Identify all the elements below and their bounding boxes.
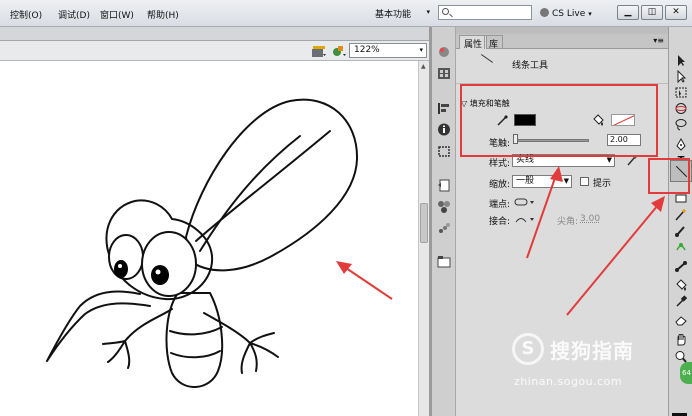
edit-scene-icon[interactable]: [311, 44, 327, 58]
project-panel-icon[interactable]: [437, 255, 451, 268]
tab-library[interactable]: 库: [484, 35, 504, 50]
menu-bar: 控制(O) 调试(D) 窗口(W) 帮助(H) 基本功能 ▾ CS Live ▾ …: [0, 0, 692, 27]
pencil-tool-icon[interactable]: [674, 208, 688, 221]
zoom-tool-icon[interactable]: [674, 350, 688, 363]
color-panel-icon[interactable]: [437, 45, 451, 58]
miter-label: 尖角:: [557, 217, 579, 227]
chevron-down-icon: ▼: [563, 177, 569, 185]
join-label: 接合:: [489, 217, 511, 227]
watermark-url: zhinan.sogou.com: [514, 375, 623, 388]
style-label: 样式:: [489, 159, 511, 169]
hint-label: 提示: [593, 179, 612, 189]
info-panel-icon[interactable]: [437, 123, 451, 136]
hint-checkbox[interactable]: [580, 177, 589, 186]
mosquito-body: [165, 292, 224, 388]
vertical-scrollbar[interactable]: ▲: [418, 61, 429, 416]
tool-name: 线条工具: [512, 61, 549, 71]
workspace-label: 基本功能: [375, 10, 412, 20]
help-search-input[interactable]: [438, 5, 532, 20]
scale-label: 缩放:: [489, 180, 511, 190]
scroll-up-icon[interactable]: ▲: [421, 63, 426, 70]
document-toolbar: 122% ▾: [0, 41, 429, 61]
annotation-arrow-stage: [336, 261, 393, 300]
scrollbar-thumb[interactable]: [420, 203, 428, 243]
join-select[interactable]: [514, 214, 536, 224]
eyedropper-tool-icon[interactable]: [674, 295, 688, 308]
bone-tool-icon[interactable]: [674, 260, 688, 273]
chevron-down-icon: ▾: [588, 10, 592, 18]
cap-label: 端点:: [489, 200, 511, 210]
components-panel-icon[interactable]: [437, 200, 451, 213]
cs-live-label: CS Live: [552, 9, 586, 19]
panel-menu-icon[interactable]: ▾≡: [653, 36, 664, 45]
panel-tabs: 属性 库 ▾≡: [456, 34, 668, 50]
menu-debug[interactable]: 调试(D): [58, 8, 90, 21]
hand-tool-icon[interactable]: [674, 333, 688, 346]
line-tool-icon: [480, 54, 494, 63]
free-transform-tool-icon[interactable]: [674, 86, 688, 99]
cs-live-button[interactable]: CS Live ▾: [540, 8, 592, 19]
selection-tool-icon[interactable]: [674, 54, 688, 67]
watermark-brand: 搜狗指南: [550, 339, 634, 363]
scale-value: 一般: [516, 176, 535, 186]
menu-window[interactable]: 窗口(W): [100, 8, 134, 21]
transform-panel-icon[interactable]: [437, 145, 451, 158]
pen-tool-icon[interactable]: [674, 138, 688, 151]
notification-badge: 64: [680, 362, 692, 384]
miter-value[interactable]: 3.00: [580, 214, 600, 224]
align-panel-icon[interactable]: [437, 102, 451, 115]
paint-bucket-tool-icon[interactable]: [674, 278, 688, 291]
motion-presets-panel-icon[interactable]: [437, 222, 451, 235]
mosquito-wing: [185, 98, 359, 272]
menu-help[interactable]: 帮助(H): [147, 8, 179, 21]
tab-properties[interactable]: 属性: [459, 35, 488, 50]
minimize-button[interactable]: ▁: [617, 5, 639, 20]
mosquito-proboscis: [46, 290, 151, 362]
workspace-switcher[interactable]: 基本功能 ▾: [375, 5, 430, 21]
annotation-box-line-tool: [648, 158, 690, 194]
cap-select[interactable]: [514, 197, 536, 207]
deco-tool-icon[interactable]: [674, 240, 688, 253]
swatches-panel-icon[interactable]: [437, 67, 451, 80]
close-button[interactable]: ✕: [665, 5, 687, 20]
stage-canvas[interactable]: [0, 61, 418, 416]
3d-rotation-tool-icon[interactable]: [674, 102, 688, 115]
eraser-tool-icon[interactable]: [674, 313, 688, 326]
stage-area: [0, 61, 418, 416]
scale-select[interactable]: 一般 ▼: [512, 175, 572, 188]
watermark: S 搜狗指南 zhinan.sogou.com: [512, 333, 672, 403]
panel-icon-column: [432, 27, 456, 416]
restore-button[interactable]: ◫: [641, 5, 663, 20]
panel-grip[interactable]: [456, 27, 668, 34]
menu-control[interactable]: 控制(O): [10, 8, 42, 21]
watermark-logo: S: [512, 333, 544, 365]
chevron-down-icon: ▾: [426, 8, 430, 16]
code-snippets-panel-icon[interactable]: [437, 179, 451, 192]
chevron-down-icon: ▾: [419, 46, 423, 54]
brush-tool-icon[interactable]: [674, 224, 688, 237]
annotation-box-fill-stroke: [460, 84, 658, 157]
subselection-tool-icon[interactable]: [674, 70, 688, 83]
edit-symbols-icon[interactable]: [331, 44, 347, 58]
search-icon: [442, 8, 449, 15]
lasso-tool-icon[interactable]: [674, 118, 688, 131]
document-tab-strip: [0, 27, 429, 41]
cs-live-icon: [540, 8, 549, 17]
zoom-value: 122%: [354, 45, 380, 55]
zoom-select[interactable]: 122% ▾: [349, 43, 427, 58]
